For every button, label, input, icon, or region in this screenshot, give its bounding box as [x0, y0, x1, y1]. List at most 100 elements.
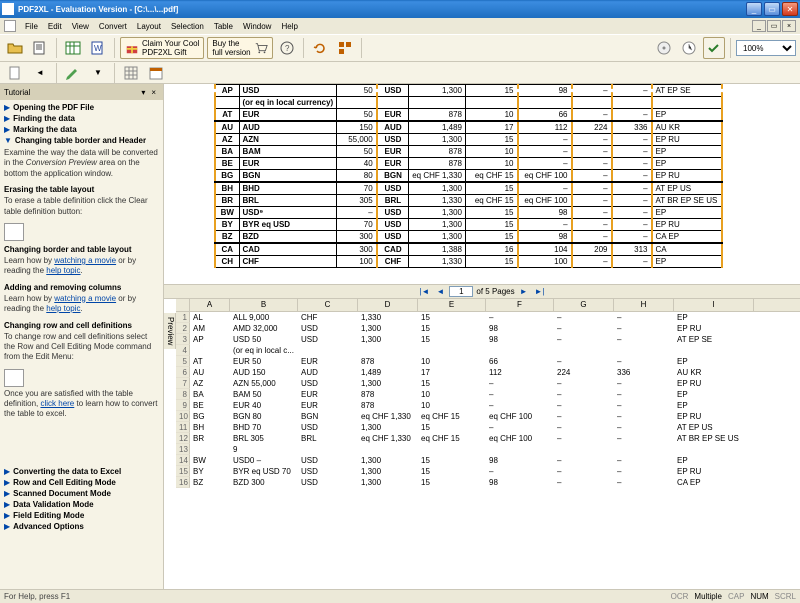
col-header[interactable]: E: [418, 299, 486, 311]
tutorial-item[interactable]: ▶Scanned Document Mode: [4, 488, 159, 499]
tutorial-item[interactable]: ▶Row and Cell Editing Mode: [4, 477, 159, 488]
preview-row[interactable]: 1ALALL 9,000CHF1,33015–––EP: [176, 312, 800, 323]
preview-row[interactable]: 15BYBYR eq USD 70USD1,30015–––EP RU: [176, 466, 800, 477]
cal-button[interactable]: [145, 62, 167, 84]
col-header[interactable]: B: [230, 299, 298, 311]
minimize-button[interactable]: _: [746, 2, 762, 16]
close-button[interactable]: ✕: [782, 2, 798, 16]
tutorial-item[interactable]: ▶Data Validation Mode: [4, 499, 159, 510]
preview-row[interactable]: 12BRBRL 305BRLeq CHF 1,330eq CHF 15eq CH…: [176, 433, 800, 444]
tutorial-close-icon[interactable]: ×: [148, 88, 159, 97]
statusbar: For Help, press F1 OCR Multiple CAP NUM …: [0, 589, 800, 603]
pager: |◄ ◄ of 5 Pages ► ►|: [164, 284, 800, 298]
last-page-icon[interactable]: ►|: [533, 287, 547, 296]
preview-row[interactable]: 11BHBHD 70USD1,30015–––AT EP US: [176, 422, 800, 433]
page-input[interactable]: [449, 286, 473, 297]
mdi-minimize[interactable]: _: [752, 20, 766, 32]
convert-excel-button[interactable]: [62, 37, 84, 59]
layout-button[interactable]: [334, 37, 356, 59]
help-button[interactable]: ?: [276, 37, 298, 59]
preview-row[interactable]: 5ATEUR 50EUR8781066––EP: [176, 356, 800, 367]
maximize-button[interactable]: ▭: [764, 2, 780, 16]
preview-row[interactable]: 4(or eq in local c...: [176, 345, 800, 356]
first-page-icon[interactable]: |◄: [417, 287, 431, 296]
preview-row[interactable]: 9BEEUR 40EUR87810–––EP: [176, 400, 800, 411]
menu-file[interactable]: File: [20, 21, 43, 32]
preview-row[interactable]: 8BABAM 50EUR87810–––EP: [176, 389, 800, 400]
menu-help[interactable]: Help: [276, 21, 302, 32]
table-row: AZAZN55,000USD1,30015–––EP RU: [215, 134, 722, 146]
col-header[interactable]: D: [358, 299, 418, 311]
status-scrl: SCRL: [775, 592, 796, 601]
tutorial-panel: Tutorial ▾ × ▶Opening the PDF File▶Findi…: [0, 84, 164, 589]
claim-gift-button[interactable]: Claim Your CoolPDF2XL Gift: [120, 37, 204, 59]
col-header[interactable]: H: [614, 299, 674, 311]
preview-row[interactable]: 14BWUSD0 –USD1,3001598––EP: [176, 455, 800, 466]
tutorial-item[interactable]: ▶Marking the data: [4, 124, 159, 135]
next-page-icon[interactable]: ►: [518, 287, 530, 296]
tutorial-item[interactable]: ▼Changing table border and Header: [4, 135, 159, 146]
menu-window[interactable]: Window: [238, 21, 276, 32]
table-row: (or eq in local currency): [215, 97, 722, 109]
buy-line1: Buy the: [212, 39, 250, 48]
validate-button[interactable]: [703, 37, 725, 59]
preview-tab[interactable]: Preview: [164, 313, 176, 349]
col-header[interactable]: G: [554, 299, 614, 311]
tutorial-menu-icon[interactable]: ▾: [138, 88, 148, 97]
menu-view[interactable]: View: [67, 21, 94, 32]
cd-button[interactable]: [653, 37, 675, 59]
tutorial-item[interactable]: ▶Field Editing Mode: [4, 510, 159, 521]
recent-button[interactable]: [29, 37, 51, 59]
preview-row[interactable]: 10BGBGN 80BGNeq CHF 1,330eq CHF 15eq CHF…: [176, 411, 800, 422]
menu-table[interactable]: Table: [209, 21, 238, 32]
table-row: BHBHD70USD1,30015–––AT EP US: [215, 182, 722, 195]
col-header[interactable]: C: [298, 299, 358, 311]
open-button[interactable]: [4, 37, 26, 59]
refresh-button[interactable]: [309, 37, 331, 59]
tutorial-item[interactable]: ▶Opening the PDF File: [4, 102, 159, 113]
table-row: BABAM50EUR87810–––EP: [215, 146, 722, 158]
menu-edit[interactable]: Edit: [43, 21, 67, 32]
table-row: BZBZD300USD1,3001598––CA EP: [215, 231, 722, 244]
tutorial-item[interactable]: ▶Finding the data: [4, 113, 159, 124]
table-row: BWUSD⁹–USD1,3001598––EP: [215, 207, 722, 219]
svg-text:W: W: [94, 44, 102, 53]
preview-row[interactable]: 16BZBZD 300USD1,3001598––CA EP: [176, 477, 800, 488]
titlebar: PDF2XL - Evaluation Version - [C:\...\..…: [0, 0, 800, 18]
col-header[interactable]: F: [486, 299, 554, 311]
preview-row[interactable]: 6AUAUD 150AUD1,48917112224336AU KR: [176, 367, 800, 378]
status-multiple: Multiple: [694, 592, 722, 601]
status-num: NUM: [750, 592, 768, 601]
menu-convert[interactable]: Convert: [94, 21, 132, 32]
mdi-close[interactable]: ×: [782, 20, 796, 32]
col-header[interactable]: I: [674, 299, 754, 311]
buy-button[interactable]: Buy thefull version: [207, 37, 272, 59]
preview-row[interactable]: 7AZAZN 55,000USD1,30015–––EP RU: [176, 378, 800, 389]
window-title: PDF2XL - Evaluation Version - [C:\...\..…: [18, 5, 746, 14]
preview-area[interactable]: Preview ABCDEFGHI 1ALALL 9,000CHF1,33015…: [164, 298, 800, 589]
table-row: AUAUD150AUD1,48917112224336AU KR: [215, 121, 722, 134]
menu-layout[interactable]: Layout: [132, 21, 166, 32]
convert-word-button[interactable]: W: [87, 37, 109, 59]
menu-selection[interactable]: Selection: [166, 21, 209, 32]
preview-row[interactable]: 2AMAMD 32,000USD1,3001598––EP RU: [176, 323, 800, 334]
next-button[interactable]: ▼: [87, 62, 109, 84]
tutorial-item[interactable]: ▶Advanced Options: [4, 521, 159, 532]
prev-page-icon[interactable]: ◄: [434, 287, 446, 296]
col-header[interactable]: A: [190, 299, 230, 311]
grid-button[interactable]: [120, 62, 142, 84]
prev-button[interactable]: ◄: [29, 62, 51, 84]
zoom-select[interactable]: 100%: [736, 40, 796, 56]
clock-button[interactable]: [678, 37, 700, 59]
page-button[interactable]: [4, 62, 26, 84]
mdi-restore[interactable]: ▭: [767, 20, 781, 32]
preview-row[interactable]: 139: [176, 444, 800, 455]
edit-button[interactable]: [62, 62, 84, 84]
document-area[interactable]: APUSD50USD1,3001598––AT EP SE(or eq in l…: [164, 84, 800, 284]
status-cap: CAP: [728, 592, 744, 601]
table-row: ATEUR50EUR8781066––EP: [215, 109, 722, 122]
gift-line1: Claim Your Cool: [142, 39, 199, 48]
svg-text:?: ?: [285, 44, 290, 53]
preview-row[interactable]: 3APUSD 50USD1,3001598––AT EP SE: [176, 334, 800, 345]
tutorial-item[interactable]: ▶Converting the data to Excel: [4, 466, 159, 477]
